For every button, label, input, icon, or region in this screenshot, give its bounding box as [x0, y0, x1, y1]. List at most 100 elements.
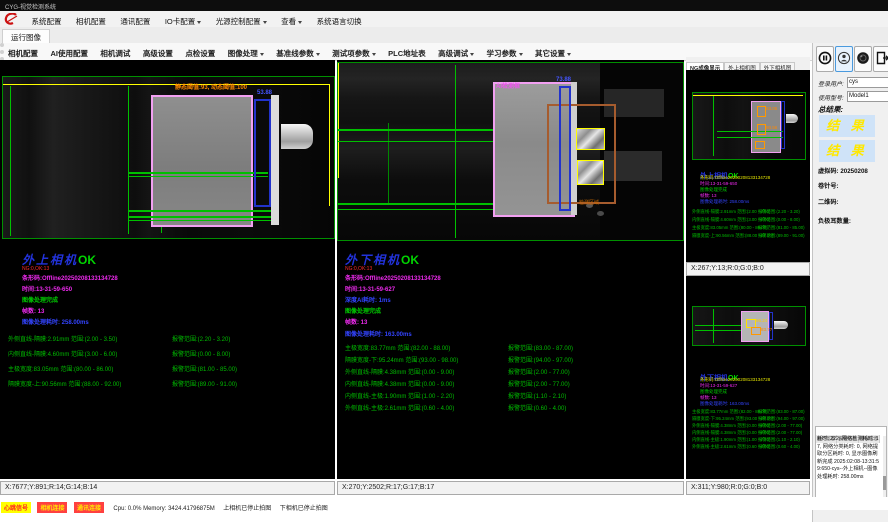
left-barcode: 条形码:Offline20250208133134728	[22, 276, 118, 282]
measure-rect	[769, 312, 773, 340]
tool-test-params[interactable]: 测试项参数	[328, 47, 380, 60]
tool-spot-check[interactable]: 点检设置	[181, 47, 219, 60]
pause-icon	[818, 51, 832, 65]
roi-rect	[151, 95, 253, 227]
alarm-row: 报警范围:(94.00 - 97.00)	[758, 417, 805, 421]
user-field[interactable]: cys	[847, 77, 888, 88]
thumb1-barcode: 条形码:Offline20250208133134728	[700, 176, 770, 181]
tool-learn-params[interactable]: 学习参数	[483, 47, 527, 60]
alarm-row: 报警范围:(1.10 - 2.10)	[508, 394, 566, 400]
thumb2-coord-readout: X:311;Y:980;R:0;G:0;B:0	[686, 481, 810, 495]
thumb2-time: 时间:13-31-59-627	[700, 384, 737, 389]
camera-lens-icon	[856, 51, 870, 65]
mid-ai-time: 深度AI耗时: 1ms	[345, 298, 391, 304]
thumb1-image[interactable]: 83.05 90.56	[692, 92, 806, 160]
tool-baseline-params[interactable]: 基准线参数	[272, 47, 324, 60]
overlay-line	[388, 123, 389, 203]
needle-label: 卷针号:	[818, 184, 839, 190]
overlay-line	[717, 137, 783, 138]
tab-strip: 运行图像	[0, 27, 888, 44]
overlay-line	[3, 84, 329, 85]
tool-camera-config[interactable]: 相机配置	[4, 47, 42, 60]
exit-button[interactable]	[873, 46, 888, 72]
overlay-line	[695, 325, 743, 326]
alarm-row: 报警范围:(0.00 - 8.00)	[172, 352, 230, 358]
measurement-row: 主极宽度:83.77mm 范围:(82.00 - 88.00)	[345, 346, 450, 352]
blue-measure-value: 53.88	[257, 90, 272, 96]
model-field[interactable]: Model1	[847, 91, 888, 102]
measurement-row: 外侧直线-隔膜:4.38mm 范围:(0.00 - 9.00)	[345, 370, 454, 376]
overlay-line	[713, 96, 714, 156]
result-box-2: 结 果	[819, 140, 875, 162]
overlay-value: 95.24	[756, 319, 767, 324]
measurement-row: 隔膜宽度-下:95.24mm 范围:(93.00 - 98.00)	[345, 358, 458, 364]
model-label: 使用型号:	[818, 93, 844, 102]
left-camera-image[interactable]: 静态阈值:93, 动态阈值:100 53.88	[2, 76, 335, 239]
mid-time: 时间:13-31-59-627	[345, 287, 395, 293]
ai-region-rect	[547, 104, 616, 204]
status-ok: OK	[78, 253, 96, 267]
thumb1-time: 时间:13-31-59-650	[700, 182, 737, 187]
tool-camera-debug[interactable]: 相机调试	[96, 47, 134, 60]
overlay-line	[717, 131, 783, 132]
tool-image-processing[interactable]: 图像处理	[224, 47, 268, 60]
camera-link-badge: 相机连接	[37, 502, 67, 513]
tool-advanced-debug[interactable]: 高级调试	[434, 47, 478, 60]
user-button[interactable]	[835, 46, 853, 72]
measurement-row: 内侧直线-隔膜:4.38mm 范围:(0.00 - 9.00)	[345, 382, 454, 388]
pause-button[interactable]	[816, 46, 834, 72]
thumb2-image[interactable]: 95.24 83.77	[692, 306, 806, 346]
virtual-code: 虚拟码: 20250208	[818, 169, 868, 175]
overlay-line	[128, 220, 273, 221]
log-scrollbar[interactable]	[883, 436, 886, 502]
tool-other-settings[interactable]: 其它设置	[531, 47, 575, 60]
log-panel: 运行信息报警信息错误信息 耗时: 222, 网络检测耗时: 17, 网络分类耗时…	[815, 426, 887, 506]
tool-plc-address[interactable]: PLC地址表	[384, 47, 430, 60]
measurement-row: 外侧直线-主极:2.61mm 范围:(0.60 - 4.00)	[345, 406, 454, 412]
camera-lens-button[interactable]	[854, 46, 872, 72]
measurement-row: 内侧直线-隔膜:4.60mm 范围:(3.00 - 6.00)	[8, 352, 117, 358]
defect-box	[757, 106, 766, 117]
overlay-line	[10, 86, 11, 236]
alarm-row: 报警范围:(94.00 - 97.00)	[508, 358, 573, 364]
region-label: 检测区域	[579, 201, 599, 206]
camera-name: 外下相机	[345, 253, 401, 267]
measure-rect	[781, 101, 785, 149]
alarm-row: 报警范围:(2.00 - 77.00)	[758, 431, 802, 435]
status-ok: OK	[401, 253, 419, 267]
tool-ai-config[interactable]: AI使用配置	[46, 47, 92, 60]
overlay-line	[338, 203, 498, 205]
alarm-row: 报警范围:(2.20 - 3.20)	[172, 337, 230, 343]
mid-coord-readout: X:270;Y:2502;R:17;G:17;B:17	[337, 481, 684, 495]
log-text: 耗时: 222, 网络检测耗时: 17, 网络分类耗时: 0, 网络提取分区耗时…	[817, 436, 880, 481]
overlay-line	[338, 63, 339, 178]
threshold-label: 静态阈值:93, 动态阈值:100	[175, 85, 247, 91]
dropdown-arrow-icon	[316, 53, 320, 56]
alarm-row: 报警范围:(2.00 - 77.00)	[758, 424, 802, 428]
alarm-row: 报警范围:(83.00 - 87.00)	[508, 346, 573, 352]
menubar: 系统配置 相机配置 通讯配置 IO卡配置 光源控制配置 查看 系统语言切换	[0, 11, 888, 28]
mid-done: 图像处理完成	[345, 309, 381, 315]
mid-barcode: 条形码:Offline20250208133134728	[345, 276, 441, 282]
left-done: 图像处理完成	[22, 298, 58, 304]
thumb1-done: 图像处理完成	[700, 188, 727, 193]
overlay-line	[693, 95, 803, 96]
overlay-line	[338, 209, 498, 210]
window-title: CYG-视觉检测系统	[5, 2, 56, 11]
overlay-line	[128, 176, 268, 177]
alarm-row: 报警范围:(0.00 - 8.00)	[758, 218, 800, 222]
app-logo-icon	[4, 13, 19, 25]
alarm-row: 报警范围:(0.60 - 4.00)	[508, 406, 566, 412]
measurement-row: 隔膜宽度-上:90.56mm 范围:(88.00 - 92.00)	[8, 382, 121, 388]
thumb2-barcode: 条形码:Offline20250208133134728	[700, 378, 770, 383]
qr-label: 二维码:	[818, 200, 839, 206]
thumb1-frame: 帧数: 13	[700, 194, 717, 199]
tool-advanced-settings[interactable]: 高级设置	[139, 47, 177, 60]
log-scrollbar-thumb[interactable]	[883, 476, 886, 490]
thumb-tabs: NG成像显示外上相机图外下相机图	[686, 57, 810, 70]
alarm-row: 报警范围:(2.00 - 77.00)	[508, 382, 570, 388]
mid-camera-image[interactable]: AI检测框 73.88 检测区域	[337, 62, 684, 241]
result-box-1: 结 果	[819, 115, 875, 137]
thumb1-coord-readout: X:267;Y:13;R:0;G:0;B:0	[686, 262, 810, 276]
comm-link-badge: 通讯连接	[74, 502, 104, 513]
